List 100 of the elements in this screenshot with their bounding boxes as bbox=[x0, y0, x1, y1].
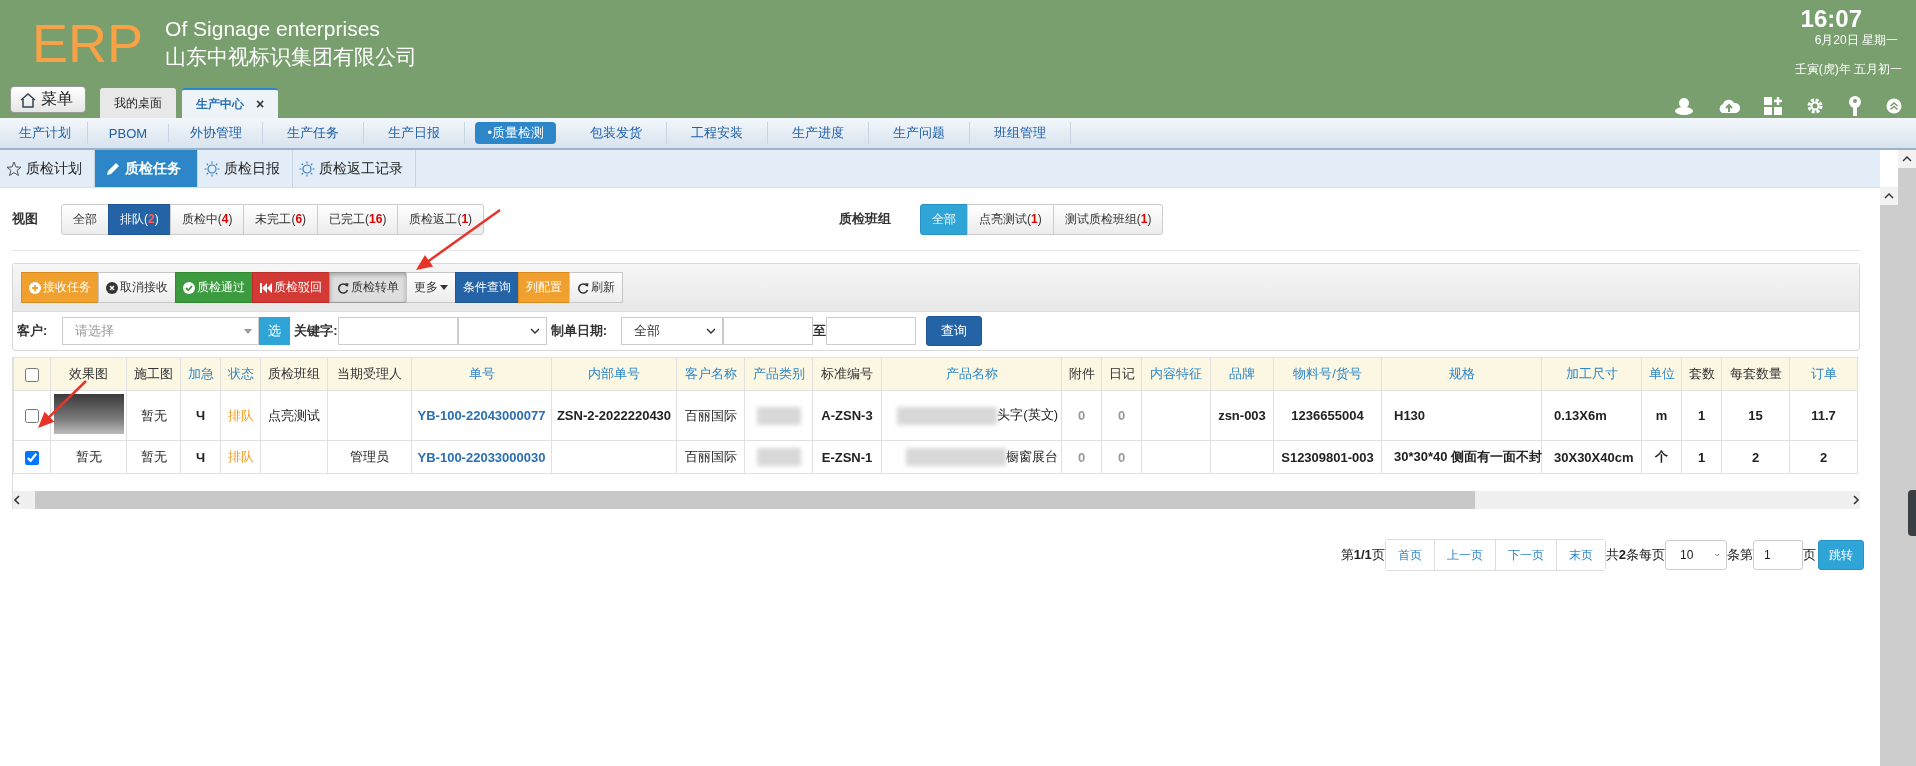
column-header[interactable]: 订单 bbox=[1789, 357, 1858, 391]
column-header: 套数 bbox=[1681, 357, 1722, 391]
nav-tab[interactable]: 外协管理 bbox=[168, 122, 264, 144]
blurred-text bbox=[756, 448, 801, 466]
select-all-checkbox[interactable] bbox=[25, 367, 39, 382]
view-label: 视图 bbox=[12, 210, 39, 228]
menu-button[interactable]: 菜单 bbox=[10, 86, 86, 113]
table-cell: 0 bbox=[1061, 440, 1102, 474]
table-cell: E-ZSN-1 bbox=[812, 440, 882, 474]
column-header[interactable]: 规格 bbox=[1381, 357, 1542, 391]
refresh-icon bbox=[337, 281, 349, 294]
row-checkbox[interactable] bbox=[25, 409, 39, 424]
close-icon[interactable]: × bbox=[256, 96, 265, 112]
pagination-button[interactable]: 首页 bbox=[1385, 540, 1435, 570]
table-cell: 暂无 bbox=[126, 440, 181, 474]
keyword-select[interactable] bbox=[457, 317, 547, 345]
blurred-text bbox=[756, 406, 801, 425]
table-cell: 暂无 bbox=[50, 440, 127, 474]
window-tab[interactable]: 生产中心 × bbox=[182, 88, 279, 118]
toolbar-button[interactable]: 更多 bbox=[406, 272, 456, 303]
table-cell: 2 bbox=[1721, 440, 1790, 474]
table-cell: 15 bbox=[1721, 390, 1790, 441]
nav-tab[interactable]: •质量检测 bbox=[475, 122, 557, 144]
column-header[interactable]: 内容特征 bbox=[1141, 357, 1211, 391]
horizontal-scrollbar[interactable] bbox=[13, 491, 1860, 509]
column-header[interactable]: 产品名称 bbox=[881, 357, 1062, 391]
nav-tab[interactable]: 生产问题 bbox=[869, 122, 971, 144]
nav-tab[interactable]: 工程安装 bbox=[667, 122, 769, 144]
column-header[interactable]: 加急 bbox=[180, 357, 221, 391]
column-header: 日记 bbox=[1101, 357, 1142, 391]
start-date-input[interactable] bbox=[723, 317, 814, 345]
row-checkbox[interactable] bbox=[25, 450, 39, 465]
chevron-up-icon bbox=[1884, 193, 1894, 199]
column-header[interactable]: 单位 bbox=[1641, 357, 1682, 391]
column-header[interactable]: 状态 bbox=[220, 357, 261, 391]
table-cell: 30*30*40 侧面有一面不封 bbox=[1381, 440, 1542, 474]
date-to-label: 至 bbox=[813, 322, 827, 340]
chevron-up-icon bbox=[1902, 156, 1912, 162]
column-header[interactable]: 客户名称 bbox=[676, 357, 745, 391]
view-filter-button[interactable]: 质检返工(1) bbox=[397, 203, 485, 235]
settings-icon bbox=[1806, 97, 1824, 115]
table-cell: 暂无 bbox=[126, 390, 181, 441]
column-header: 效果图 bbox=[50, 357, 127, 391]
nav-tab[interactable]: 生产计划 bbox=[3, 122, 88, 144]
page-suffix: 页 bbox=[1803, 546, 1816, 564]
nav-tab[interactable]: 生产任务 bbox=[263, 122, 365, 144]
nav-tab[interactable]: 生产日报 bbox=[364, 122, 466, 144]
view-filter-button[interactable]: 排队(2) bbox=[108, 203, 171, 235]
view-filter-button[interactable]: 已完工(16) bbox=[317, 203, 399, 235]
window-tab[interactable]: 我的桌面 bbox=[100, 88, 176, 118]
column-header[interactable]: 产品类别 bbox=[744, 357, 813, 391]
column-header[interactable]: 加工尺寸 bbox=[1541, 357, 1642, 391]
toolbar-button[interactable]: 质检通过 bbox=[175, 272, 253, 303]
table-cell[interactable]: YB-100-22043000077 bbox=[411, 390, 552, 441]
total-count: 共2条每页 bbox=[1605, 546, 1665, 564]
end-date-input[interactable] bbox=[826, 317, 917, 345]
company-name-english: Of Signage enterprises bbox=[165, 15, 381, 42]
pencil-icon bbox=[105, 160, 121, 177]
sub-tab[interactable]: 质检返工记录 bbox=[293, 150, 416, 187]
nav-tab[interactable]: 班组管理 bbox=[970, 122, 1072, 144]
toolbar-button[interactable]: 取消接收 bbox=[98, 272, 176, 303]
column-header[interactable]: 品牌 bbox=[1210, 357, 1274, 391]
query-button[interactable]: 查询 bbox=[926, 316, 983, 346]
chevron-down-icon bbox=[529, 328, 540, 334]
team-label: 质检班组 bbox=[839, 210, 893, 228]
nav-tab[interactable]: PBOM bbox=[88, 123, 169, 143]
nav-tab[interactable]: 生产进度 bbox=[768, 122, 870, 144]
table-cell[interactable]: YB-100-22033000030 bbox=[411, 440, 552, 474]
table-cell: 百丽国际 bbox=[676, 390, 745, 441]
nav-tab[interactable]: 包装发货 bbox=[566, 122, 668, 144]
column-header[interactable]: 物料号/货号 bbox=[1273, 357, 1382, 391]
column-header[interactable]: 单号 bbox=[411, 357, 552, 391]
toolbar-button[interactable]: 质检转单 bbox=[329, 272, 407, 303]
column-header[interactable]: 内部单号 bbox=[551, 357, 677, 391]
toolbar-button[interactable]: 质检驳回 bbox=[252, 272, 330, 303]
collapse-icon bbox=[1886, 98, 1902, 114]
tab-label: 我的桌面 bbox=[114, 94, 162, 112]
customer-label: 客户: bbox=[17, 322, 48, 340]
table-cell: Ч bbox=[180, 390, 221, 441]
toolbar-button[interactable]: 刷新 bbox=[569, 272, 623, 303]
customer-select[interactable]: 请选择 bbox=[62, 317, 260, 345]
user-icon bbox=[1674, 97, 1694, 115]
table-cell: 个 bbox=[1641, 440, 1682, 474]
refresh-icon bbox=[577, 281, 589, 294]
team-filter-button[interactable]: 测试质检班组(1) bbox=[1052, 203, 1164, 235]
page-size-select[interactable]: 10 bbox=[1665, 540, 1727, 570]
page-info: 第1/1页 bbox=[1340, 546, 1385, 564]
view-filter-button[interactable]: 全部 bbox=[61, 203, 109, 235]
date-range-select[interactable]: 全部 bbox=[621, 317, 724, 345]
page-number-input[interactable]: 1 bbox=[1753, 540, 1803, 570]
page-scrollbar[interactable] bbox=[1898, 150, 1916, 766]
toolbar-button[interactable]: 条件查询 bbox=[455, 272, 519, 303]
view-filter-button[interactable]: 质检中(4) bbox=[169, 203, 245, 235]
team-filter-button[interactable]: 点亮测试(1) bbox=[967, 203, 1054, 235]
sub-tab[interactable]: 质检任务 bbox=[95, 150, 198, 187]
sub-tab[interactable]: 质检日报 bbox=[198, 150, 293, 187]
view-filter-button[interactable]: 未完工(6) bbox=[243, 203, 319, 235]
side-widget[interactable] bbox=[1908, 490, 1916, 536]
keyword-input[interactable] bbox=[337, 317, 458, 345]
clock-date: 6月20日 星期一 bbox=[1814, 32, 1899, 49]
